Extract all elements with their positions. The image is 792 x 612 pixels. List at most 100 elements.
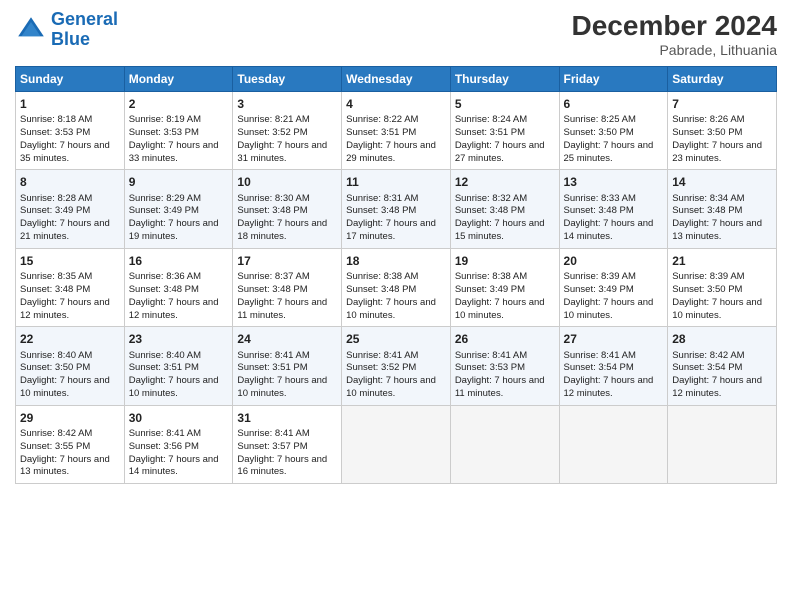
day-number: 30 (129, 410, 229, 426)
sunset: Sunset: 3:48 PM (564, 205, 634, 216)
sunset: Sunset: 3:51 PM (346, 127, 416, 138)
daylight: Daylight: 7 hours and 14 minutes. (129, 454, 219, 478)
sunset: Sunset: 3:51 PM (129, 362, 199, 373)
calendar-cell: 9Sunrise: 8:29 AMSunset: 3:49 PMDaylight… (124, 170, 233, 248)
sunset: Sunset: 3:51 PM (237, 362, 307, 373)
sunrise: Sunrise: 8:36 AM (129, 271, 201, 282)
calendar-cell (450, 405, 559, 483)
sunrise: Sunrise: 8:41 AM (237, 350, 309, 361)
calendar-cell: 6 Sunrise: 8:25 AM Sunset: 3:50 PM Daylight… (559, 92, 668, 170)
sunset: Sunset: 3:49 PM (564, 284, 634, 295)
day-number: 28 (672, 331, 772, 347)
sunrise: Sunrise: 8:29 AM (129, 193, 201, 204)
day-number: 11 (346, 174, 446, 190)
daylight: Daylight: 7 hours and 31 minutes. (237, 140, 327, 164)
sunset: Sunset: 3:55 PM (20, 441, 90, 452)
calendar-cell: 1Sunrise: 8:18 AMSunset: 3:53 PMDaylight… (16, 92, 125, 170)
calendar-cell: 23Sunrise: 8:40 AMSunset: 3:51 PMDayligh… (124, 327, 233, 405)
logo-line2: Blue (51, 29, 90, 49)
sunset: Sunset: 3:48 PM (237, 284, 307, 295)
daylight: Daylight: 7 hours and 17 minutes. (346, 218, 436, 242)
daylight: Daylight: 7 hours and 16 minutes. (237, 454, 327, 478)
sunrise: Sunrise: 8:37 AM (237, 271, 309, 282)
day-number: 2 (129, 96, 229, 112)
calendar-cell: 13Sunrise: 8:33 AMSunset: 3:48 PMDayligh… (559, 170, 668, 248)
calendar-cell: 16Sunrise: 8:36 AMSunset: 3:48 PMDayligh… (124, 248, 233, 326)
day-number: 5 (455, 96, 555, 112)
sunrise: Sunrise: 8:42 AM (672, 350, 744, 361)
daylight: Daylight: 7 hours and 25 minutes. (564, 140, 654, 164)
daylight: Daylight: 7 hours and 10 minutes. (346, 297, 436, 321)
sunrise: Sunrise: 8:25 AM (564, 114, 636, 125)
sunrise: Sunrise: 8:31 AM (346, 193, 418, 204)
col-saturday: Saturday (668, 67, 777, 92)
sunrise: Sunrise: 8:38 AM (455, 271, 527, 282)
calendar-cell: 12Sunrise: 8:32 AMSunset: 3:48 PMDayligh… (450, 170, 559, 248)
calendar-cell: 18Sunrise: 8:38 AMSunset: 3:48 PMDayligh… (342, 248, 451, 326)
sunset: Sunset: 3:50 PM (672, 284, 742, 295)
sunset: Sunset: 3:48 PM (129, 284, 199, 295)
daylight: Daylight: 7 hours and 19 minutes. (129, 218, 219, 242)
sunset: Sunset: 3:50 PM (20, 362, 90, 373)
daylight: Daylight: 7 hours and 10 minutes. (20, 375, 110, 399)
sunrise: Sunrise: 8:41 AM (237, 428, 309, 439)
sunrise: Sunrise: 8:40 AM (20, 350, 92, 361)
day-number: 23 (129, 331, 229, 347)
calendar-week-4: 22 Sunrise: 8:40 AMSunset: 3:50 PM Dayligh… (16, 327, 777, 405)
col-thursday: Thursday (450, 67, 559, 92)
sunrise: Sunrise: 8:30 AM (237, 193, 309, 204)
sunrise: Sunrise: 8:22 AM (346, 114, 418, 125)
sunrise: Sunrise: 8:39 AM (672, 271, 744, 282)
sunset: Sunset: 3:50 PM (564, 127, 634, 138)
calendar-cell: 10Sunrise: 8:30 AMSunset: 3:48 PMDayligh… (233, 170, 342, 248)
day-number: 16 (129, 253, 229, 269)
calendar-cell: 30Sunrise: 8:41 AMSunset: 3:56 PMDayligh… (124, 405, 233, 483)
day-number: 21 (672, 253, 772, 269)
daylight: Daylight: 7 hours and 10 minutes. (237, 375, 327, 399)
day-number: 3 (237, 96, 337, 112)
calendar-cell: 11Sunrise: 8:31 AMSunset: 3:48 PMDayligh… (342, 170, 451, 248)
calendar-cell: 21Sunrise: 8:39 AMSunset: 3:50 PMDayligh… (668, 248, 777, 326)
calendar-cell: 5Sunrise: 8:24 AMSunset: 3:51 PMDaylight… (450, 92, 559, 170)
calendar-body: 1Sunrise: 8:18 AMSunset: 3:53 PMDaylight… (16, 92, 777, 484)
sunrise: Sunrise: 8:41 AM (346, 350, 418, 361)
day-number: 19 (455, 253, 555, 269)
calendar-cell (342, 405, 451, 483)
calendar-cell: 27Sunrise: 8:41 AMSunset: 3:54 PMDayligh… (559, 327, 668, 405)
sunset: Sunset: 3:49 PM (129, 205, 199, 216)
day-number: 13 (564, 174, 664, 190)
day-number: 22 (20, 331, 120, 347)
day-number: 6 (564, 96, 664, 112)
calendar-cell: 14Sunrise: 8:34 AMSunset: 3:48 PMDayligh… (668, 170, 777, 248)
daylight: Daylight: 7 hours and 35 minutes. (20, 140, 110, 164)
col-sunday: Sunday (16, 67, 125, 92)
col-monday: Monday (124, 67, 233, 92)
daylight: Daylight: 7 hours and 12 minutes. (20, 297, 110, 321)
sunrise: Sunrise: 8:24 AM (455, 114, 527, 125)
daylight: Daylight: 7 hours and 18 minutes. (237, 218, 327, 242)
day-number: 29 (20, 410, 120, 426)
daylight: Daylight: 7 hours and 27 minutes. (455, 140, 545, 164)
sunset: Sunset: 3:49 PM (20, 205, 90, 216)
sunset: Sunset: 3:52 PM (346, 362, 416, 373)
day-number: 20 (564, 253, 664, 269)
sunset: Sunset: 3:57 PM (237, 441, 307, 452)
day-number: 24 (237, 331, 337, 347)
sunset: Sunset: 3:50 PM (672, 127, 742, 138)
daylight: Daylight: 7 hours and 10 minutes. (455, 297, 545, 321)
logo: General Blue (15, 10, 118, 50)
sunset: Sunset: 3:56 PM (129, 441, 199, 452)
sunset: Sunset: 3:48 PM (455, 205, 525, 216)
main-title: December 2024 (572, 10, 777, 42)
calendar-cell: 20Sunrise: 8:39 AMSunset: 3:49 PMDayligh… (559, 248, 668, 326)
sunrise: Sunrise: 8:34 AM (672, 193, 744, 204)
daylight: Daylight: 7 hours and 15 minutes. (455, 218, 545, 242)
daylight: Daylight: 7 hours and 11 minutes. (455, 375, 545, 399)
calendar-cell: 15Sunrise: 8:35 AMSunset: 3:48 PMDayligh… (16, 248, 125, 326)
day-number: 27 (564, 331, 664, 347)
calendar-cell: 25Sunrise: 8:41 AMSunset: 3:52 PMDayligh… (342, 327, 451, 405)
calendar-cell: 8Sunrise: 8:28 AMSunset: 3:49 PMDaylight… (16, 170, 125, 248)
sunset: Sunset: 3:54 PM (564, 362, 634, 373)
sunrise: Sunrise: 8:38 AM (346, 271, 418, 282)
calendar-week-2: 8Sunrise: 8:28 AMSunset: 3:49 PMDaylight… (16, 170, 777, 248)
